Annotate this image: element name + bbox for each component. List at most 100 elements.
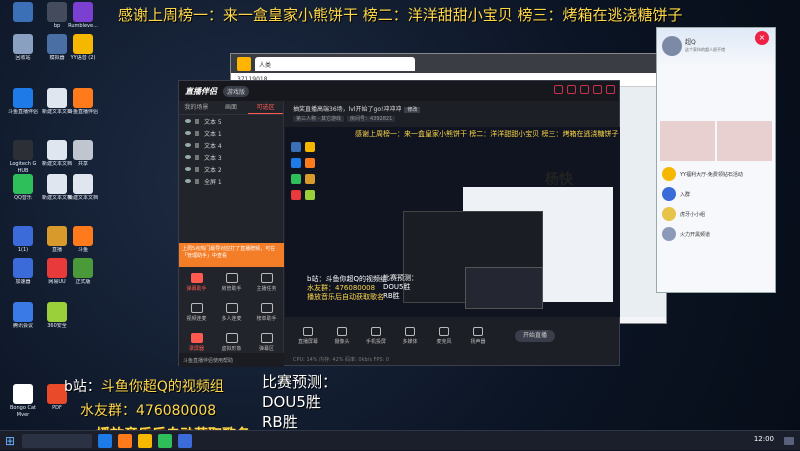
tool-button[interactable]: 房管助手 bbox=[214, 269, 249, 299]
scene-tab[interactable]: 可选区 bbox=[248, 101, 284, 114]
prediction-line: DOU5胜 bbox=[262, 393, 321, 411]
taskbar-clock: 12:00 bbox=[753, 435, 774, 443]
layer-item[interactable]: 全屏 1 bbox=[179, 175, 283, 187]
layer-item[interactable]: 文本 4 bbox=[179, 139, 283, 151]
layer-item[interactable]: 文本 3 bbox=[179, 151, 283, 163]
avatar bbox=[662, 187, 676, 201]
prediction-line: RB胜 bbox=[262, 413, 298, 431]
notification-icon[interactable] bbox=[784, 437, 794, 445]
help-link[interactable]: 斗鱼直播伴侣使用帮助 bbox=[179, 353, 284, 367]
browser-tab[interactable]: 人类 bbox=[255, 56, 415, 71]
desktop-icon[interactable]: 斗鱼直播伴侣 bbox=[6, 88, 40, 123]
layer-label: 文本 2 bbox=[204, 166, 222, 174]
preview-predict: 比赛预测： DOU5胜 RB胜 bbox=[383, 274, 418, 301]
desktop-icon-label: 斗鱼直播伴侣 bbox=[67, 109, 98, 115]
windows-start-icon[interactable]: ⊞ bbox=[0, 431, 20, 451]
desktop-icon[interactable]: 斗鱼直播伴侣 bbox=[66, 88, 100, 123]
close-icon[interactable] bbox=[606, 85, 615, 94]
browser-tabbar: 人类 bbox=[231, 54, 666, 73]
source-button[interactable]: 手机投屏 bbox=[363, 327, 389, 345]
eye-icon[interactable] bbox=[185, 155, 191, 159]
desktop-icon[interactable]: 回收站 bbox=[6, 34, 40, 69]
tool-button[interactable]: 多人连麦 bbox=[214, 299, 249, 329]
lock-icon[interactable] bbox=[195, 166, 199, 172]
notice-banner[interactable]: 上周5点热门最导对应打了直播赠频，可在「管理助手」中查看 bbox=[179, 243, 284, 267]
lock-icon[interactable] bbox=[195, 142, 199, 148]
room-tag[interactable]: 第三人称 - 其它游戏 bbox=[293, 116, 344, 122]
settings-icon[interactable] bbox=[567, 85, 576, 94]
contact-item[interactable]: 入群 bbox=[657, 184, 775, 204]
room-tag[interactable]: 房间号：4392821 bbox=[346, 116, 396, 122]
desktop-icon-label: YY语音 (2) bbox=[70, 55, 96, 61]
minimize-icon[interactable] bbox=[580, 85, 589, 94]
desktop-icon[interactable]: Logitech G HUB bbox=[6, 140, 40, 175]
eye-icon[interactable] bbox=[185, 143, 191, 147]
desktop-icon[interactable]: 360安全 bbox=[40, 302, 74, 337]
app-icon bbox=[73, 2, 93, 22]
source-button[interactable]: 多媒体 bbox=[397, 327, 423, 345]
photo-thumb[interactable] bbox=[660, 121, 715, 161]
version-badge[interactable]: 游戏版 bbox=[223, 85, 250, 97]
desktop-icon[interactable]: 共享 bbox=[66, 140, 100, 175]
close-icon[interactable]: × bbox=[755, 31, 769, 45]
avatar[interactable] bbox=[662, 36, 682, 56]
live-assistant-window[interactable]: 直播伴侣 游戏版 我的场景 画面 可选区 文本 5 文本 1 文本 4 文本 3 文本 2 全… bbox=[178, 80, 620, 367]
desktop-icon[interactable]: 正式版 bbox=[66, 258, 100, 293]
contact-item[interactable]: 虎牙小小组 bbox=[657, 204, 775, 224]
desktop-icon[interactable] bbox=[6, 2, 40, 37]
tool-button[interactable]: 榜单助手 bbox=[249, 299, 284, 329]
tool-button[interactable]: 视频连麦 bbox=[179, 299, 214, 329]
desktop-icon[interactable]: 斗鱼 bbox=[66, 226, 100, 261]
desktop-icon[interactable]: 腾讯会议 bbox=[6, 302, 40, 337]
taskbar-app-icon[interactable] bbox=[138, 433, 152, 448]
tool-button[interactable]: 弹幕助手 bbox=[179, 269, 214, 299]
source-button[interactable]: 摄像头 bbox=[329, 327, 355, 345]
eye-icon[interactable] bbox=[185, 119, 191, 123]
taskbar-app-icon[interactable] bbox=[98, 433, 112, 448]
contact-item[interactable]: YY福利大厅-免费领钻石活动 bbox=[657, 164, 775, 184]
eye-icon[interactable] bbox=[185, 167, 191, 171]
desktop-icon[interactable]: 1(1) bbox=[6, 226, 40, 261]
start-live-button[interactable]: 开始直播 bbox=[515, 330, 555, 342]
source-label: 摄像头 bbox=[334, 339, 350, 345]
qq-header: 超Q × 这个家伙的超人很不错 bbox=[657, 28, 775, 68]
scene-tab[interactable]: 我的场景 bbox=[179, 101, 214, 114]
desktop-icon[interactable]: QQ音乐 bbox=[6, 174, 40, 209]
photo-thumb[interactable] bbox=[717, 121, 772, 161]
taskbar-app-icon[interactable] bbox=[158, 433, 172, 448]
stream-preview[interactable]: 感谢上周榜一：来一盒皇家小熊饼干 榜二：洋洋甜甜小宝贝 榜三：烤箱在逃浇糖饼子 … bbox=[285, 127, 620, 317]
layer-item[interactable]: 文本 1 bbox=[179, 127, 283, 139]
contact-item[interactable]: 火力开黑频道 bbox=[657, 224, 775, 244]
taskbar-app-icon[interactable] bbox=[118, 433, 132, 448]
qq-window[interactable]: 超Q × 这个家伙的超人很不错 YY福利大厅-免费领钻石活动 入群 虎牙小小组 火力开… bbox=[656, 27, 776, 293]
app-icon bbox=[73, 140, 93, 160]
source-button[interactable]: 麦克风 bbox=[431, 327, 457, 345]
desktop-icon[interactable]: Rumbleve... bbox=[66, 2, 100, 37]
room-info: 抽奖直播高端36场，lvl开始了go!冲冲冲 修改 第三人称 - 其它游戏 房间号：… bbox=[285, 101, 620, 123]
desktop-icon-label: 回收站 bbox=[15, 55, 31, 61]
taskbar-app-icon[interactable] bbox=[178, 433, 192, 448]
lock-icon[interactable] bbox=[195, 154, 199, 160]
source-icon bbox=[303, 327, 313, 336]
desktop-icon[interactable]: Bongo Cat Mver bbox=[6, 384, 40, 419]
maximize-icon[interactable] bbox=[593, 85, 602, 94]
source-button[interactable]: 扬声器 bbox=[465, 327, 491, 345]
thanks-banner: 感谢上周榜一：来一盒皇家小熊饼干 榜二：洋洋甜甜小宝贝 榜三：烤箱在逃浇糖饼子 bbox=[118, 6, 683, 24]
lock-icon[interactable] bbox=[195, 118, 199, 124]
edit-room-button[interactable]: 修改 bbox=[404, 107, 421, 113]
eye-icon[interactable] bbox=[185, 131, 191, 135]
desktop-icon[interactable]: 加速器 bbox=[6, 258, 40, 293]
source-button[interactable]: 直播屏幕 bbox=[295, 327, 321, 345]
message-icon[interactable] bbox=[554, 85, 563, 94]
desktop-icon[interactable]: 新建文本文档 bbox=[66, 174, 100, 209]
lock-icon[interactable] bbox=[195, 178, 199, 184]
lock-icon[interactable] bbox=[195, 130, 199, 136]
layer-item[interactable]: 文本 5 bbox=[179, 115, 283, 127]
desktop-icon[interactable]: YY语音 (2) bbox=[66, 34, 100, 69]
tool-label: 视频连麦 bbox=[186, 316, 207, 322]
tool-button[interactable]: 主播任务 bbox=[249, 269, 284, 299]
eye-icon[interactable] bbox=[185, 179, 191, 183]
layer-item[interactable]: 文本 2 bbox=[179, 163, 283, 175]
taskbar-search[interactable] bbox=[22, 433, 92, 448]
scene-tab[interactable]: 画面 bbox=[214, 101, 249, 114]
